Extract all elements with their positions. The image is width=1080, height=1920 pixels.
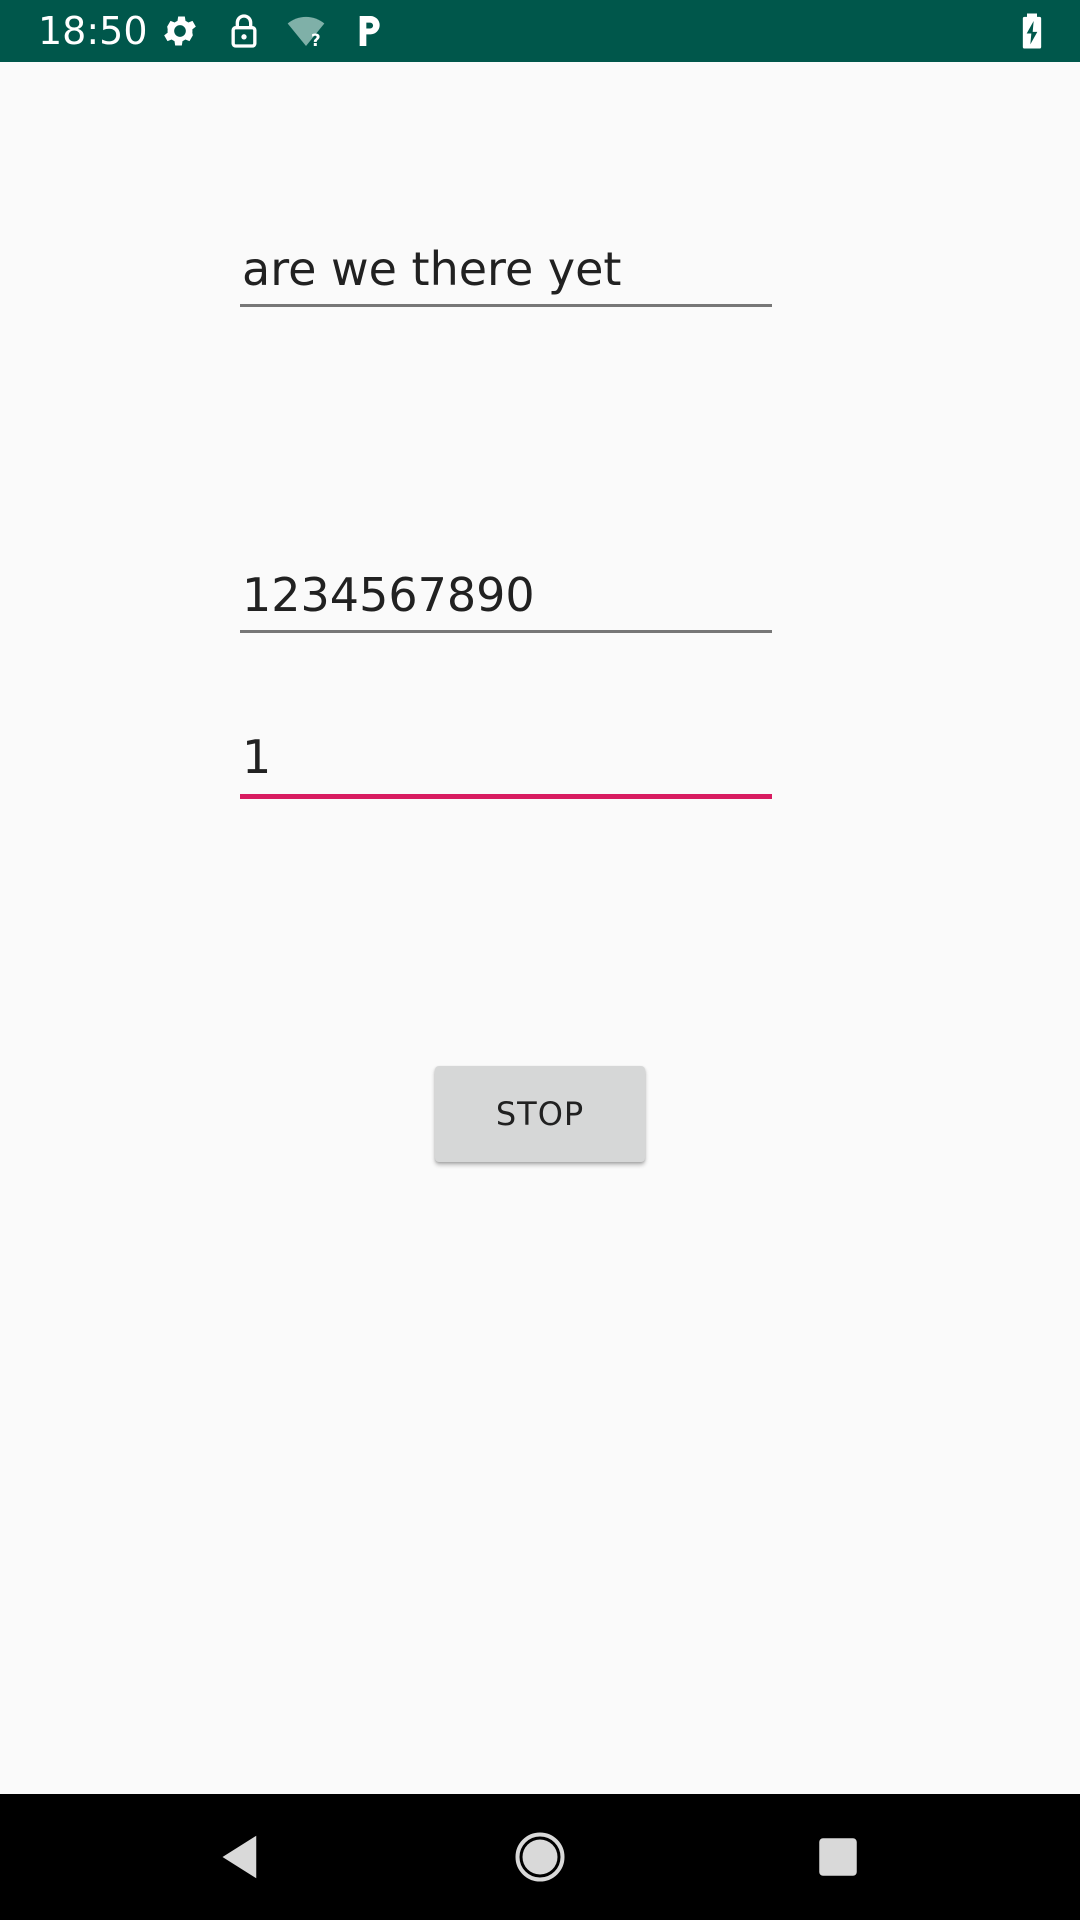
focused-field[interactable]: 1	[240, 730, 772, 799]
wifi-unknown-icon: ?	[286, 11, 326, 51]
back-icon[interactable]	[210, 1827, 270, 1887]
focused-field-underline	[240, 794, 772, 799]
gear-icon	[160, 11, 200, 51]
status-time: 18:50	[38, 9, 148, 53]
parking-p-icon	[348, 11, 388, 51]
recents-icon[interactable]	[808, 1827, 868, 1887]
focused-field-value[interactable]: 1	[240, 730, 772, 784]
home-icon[interactable]	[510, 1827, 570, 1887]
number-field[interactable]: 1234567890	[240, 568, 772, 633]
number-field-underline	[240, 630, 772, 633]
lock-icon	[224, 11, 264, 51]
app-screen: 18:50 ? are we there yet 1234567890 1 ST	[0, 0, 1080, 1920]
svg-text:?: ?	[311, 31, 321, 50]
text-field-1-underline	[240, 304, 772, 307]
stop-button[interactable]: STOP	[435, 1066, 645, 1162]
stop-button-label: STOP	[495, 1095, 585, 1133]
text-field-1-value[interactable]: are we there yet	[240, 242, 772, 296]
text-field-1[interactable]: are we there yet	[240, 242, 772, 307]
number-field-value[interactable]: 1234567890	[240, 568, 772, 622]
navigation-bar	[0, 1794, 1080, 1920]
battery-charging-icon	[1012, 11, 1052, 51]
status-bar: 18:50 ?	[0, 0, 1080, 62]
